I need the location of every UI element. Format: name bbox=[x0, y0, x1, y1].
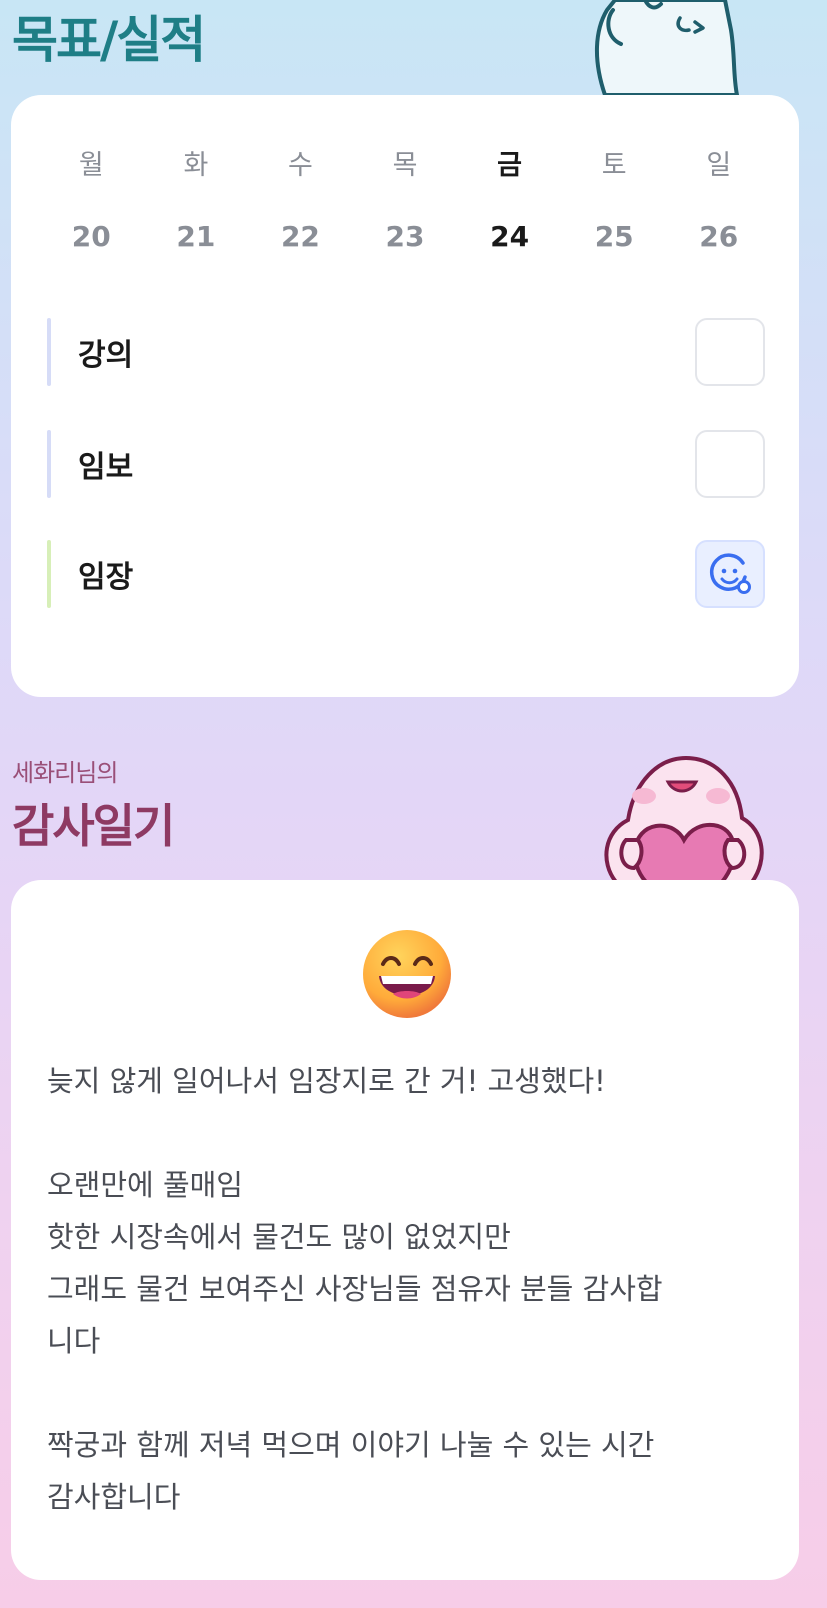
grinning-face-emoji-icon bbox=[363, 930, 451, 1018]
diary-line: 감사합니다 bbox=[47, 1480, 181, 1514]
date-item[interactable]: 21 bbox=[144, 220, 249, 253]
task-accent-bar bbox=[47, 318, 51, 386]
task-row-imjang: 임장 bbox=[47, 540, 765, 608]
weekday-label-today: 금 bbox=[497, 150, 523, 181]
heart-mascot-icon bbox=[604, 755, 764, 882]
task-row-lecture: 강의 bbox=[47, 318, 765, 386]
mascot-character-icon bbox=[595, 0, 740, 95]
weekday-row: 월 화 수 목 금 토 일 bbox=[39, 143, 771, 182]
weekday-label: 월 bbox=[78, 150, 104, 181]
goal-card: 월 화 수 목 금 토 일 20 21 22 23 24 25 26 강의 임보… bbox=[11, 95, 799, 697]
task-accent-bar bbox=[47, 430, 51, 498]
date-item[interactable]: 26 bbox=[666, 220, 771, 253]
weekday-label: 목 bbox=[392, 150, 418, 181]
task-label: 임보 bbox=[78, 450, 134, 485]
task-accent-bar bbox=[47, 540, 51, 608]
diary-line: 오랜만에 풀매임 bbox=[47, 1168, 243, 1202]
task-checkbox-checked[interactable] bbox=[695, 540, 765, 608]
diary-line: 늦지 않게 일어나서 임장지로 간 거! 고생했다! bbox=[47, 1064, 606, 1098]
date-item-today[interactable]: 24 bbox=[457, 220, 562, 253]
date-item[interactable]: 22 bbox=[248, 220, 353, 253]
date-item[interactable]: 23 bbox=[353, 220, 458, 253]
weekday-label: 토 bbox=[601, 150, 627, 181]
task-label: 임장 bbox=[78, 560, 134, 595]
date-item[interactable]: 20 bbox=[39, 220, 144, 253]
task-checkbox[interactable] bbox=[695, 318, 765, 386]
diary-subtitle: 세화리님의 bbox=[12, 759, 118, 787]
task-checkbox[interactable] bbox=[695, 430, 765, 498]
diary-line bbox=[47, 1367, 759, 1419]
goal-section-title: 목표/실적 bbox=[12, 11, 206, 69]
task-row-imbo: 임보 bbox=[47, 430, 765, 498]
weekday-label: 화 bbox=[183, 150, 209, 181]
date-row: 20 21 22 23 24 25 26 bbox=[39, 220, 771, 253]
diary-line: 니다 bbox=[47, 1324, 101, 1358]
gratitude-diary-card: 늦지 않게 일어나서 임장지로 간 거! 고생했다! 오랜만에 풀매임 핫한 시… bbox=[11, 880, 799, 1580]
diary-title: 감사일기 bbox=[12, 799, 175, 853]
weekday-label: 일 bbox=[706, 150, 732, 181]
diary-line: 짝궁과 함께 저녁 먹으며 이야기 나눌 수 있는 시간 bbox=[47, 1428, 655, 1462]
diary-line bbox=[47, 1107, 759, 1159]
date-item[interactable]: 25 bbox=[562, 220, 667, 253]
weekday-label: 수 bbox=[288, 150, 313, 181]
diary-text: 늦지 않게 일어나서 임장지로 간 거! 고생했다! 오랜만에 풀매임 핫한 시… bbox=[47, 1055, 759, 1523]
diary-line: 핫한 시장속에서 물건도 많이 없었지만 bbox=[47, 1220, 511, 1254]
smiley-check-icon bbox=[709, 553, 751, 594]
task-label: 강의 bbox=[78, 338, 134, 373]
diary-line: 그래도 물건 보여주신 사장님들 점유자 분들 감사합 bbox=[47, 1272, 663, 1306]
